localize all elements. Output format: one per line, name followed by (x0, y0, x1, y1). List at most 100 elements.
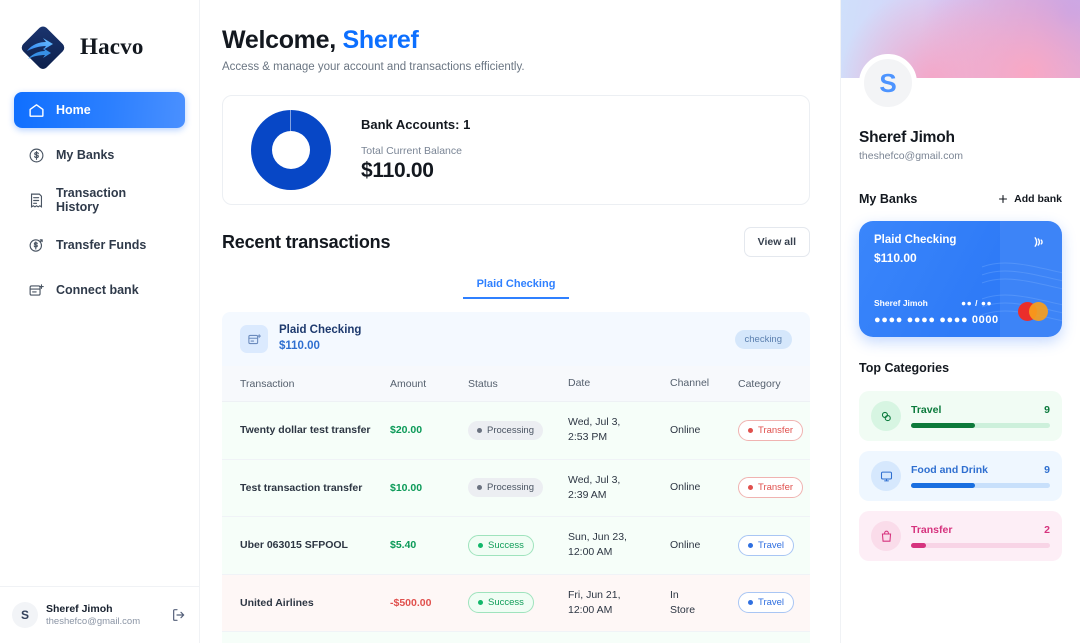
table-row[interactable]: Test transaction transfer $10.00 Processin… (222, 459, 810, 518)
top-categories-header: Top Categories (859, 361, 1062, 375)
sidebar-item-label: Transfer Funds (56, 238, 147, 252)
cell-status: Processing (468, 401, 568, 460)
cell-category: Travel (738, 516, 810, 575)
category-dot-icon (748, 600, 753, 606)
category-progress-fill (911, 423, 975, 428)
category-dot-icon (748, 427, 753, 433)
bag-icon (871, 521, 901, 551)
status-dot-icon (478, 542, 483, 548)
sidebar-item-transfer-funds[interactable]: Transfer Funds (14, 227, 185, 263)
category-body: Food and Drink 9 (911, 464, 1050, 488)
tab-plaid-checking[interactable]: Plaid Checking (462, 269, 570, 299)
card-expiry: ●● / ●● (961, 298, 993, 308)
add-bank-button[interactable]: Add bank (997, 193, 1062, 205)
hacvo-diamond-arrows-logo-icon (14, 18, 72, 76)
cell-date: Wed, Jul 3, 2:53 PM (568, 401, 670, 460)
sidebar-user-email: theshefco@gmail.com (46, 615, 141, 627)
sidebar-item-my-banks[interactable]: My Banks (14, 137, 185, 173)
cell-category: Travel (738, 574, 810, 632)
total-balance-amount: $110.00 (361, 159, 434, 182)
top-categories-title: Top Categories (859, 361, 950, 375)
cell-channel: In Store (670, 574, 738, 632)
receipt-icon (28, 192, 45, 209)
bank-card[interactable]: Plaid Checking $110.00 Sheref Jimoh ●● /… (859, 221, 1062, 337)
category-count: 2 (1044, 524, 1050, 536)
category-label: Food and Drink (911, 464, 988, 476)
category-progress-track (911, 543, 1050, 548)
sidebar-user-info: Sheref Jimoh theshefco@gmail.com (46, 603, 163, 628)
table-row[interactable]: United Airlines -$500.00 Success Fri, Jun 2… (222, 574, 810, 632)
category-badge: Transfer (738, 477, 804, 499)
category-badge: Transfer (738, 419, 804, 441)
mastercard-icon (1018, 302, 1048, 321)
category-count: 9 (1044, 404, 1050, 416)
column-header-category: Category (738, 366, 810, 403)
table-row[interactable]: Thu, Jun 20In (222, 631, 810, 643)
cell-date: Thu, Jun 20 (568, 631, 670, 643)
category-item[interactable]: Transfer 2 (859, 511, 1062, 561)
table-body: Twenty dollar test transfer $20.00 Process… (222, 401, 810, 643)
balance-info: Bank Accounts: 1 Total Current Balance $… (361, 117, 470, 183)
cell-transaction-name: United Airlines (222, 574, 390, 632)
avatar: S (12, 602, 38, 628)
total-balance-label: Total Current Balance (361, 145, 462, 157)
transactions-table: Transaction Amount Status Date Channel C… (222, 366, 810, 643)
category-body: Travel 9 (911, 404, 1050, 428)
contactless-icon (1030, 233, 1048, 256)
add-bank-label: Add bank (1014, 193, 1062, 205)
sidebar: Hacvo Home My Banks Transaction History (0, 0, 200, 643)
bank-card-icon (240, 325, 268, 353)
rings-icon (871, 401, 901, 431)
category-progress-track (911, 423, 1050, 428)
balance-donut-chart (251, 110, 331, 190)
category-dot-icon (748, 542, 753, 548)
welcome-greeting: Welcome, (222, 26, 336, 54)
table-header-row: Transaction Amount Status Date Channel C… (222, 366, 810, 403)
sidebar-item-transaction-history[interactable]: Transaction History (14, 182, 185, 218)
logout-icon[interactable] (171, 607, 187, 623)
page-title: Welcome, Sheref (222, 26, 810, 55)
table-row[interactable]: Twenty dollar test transfer $20.00 Process… (222, 401, 810, 460)
brand[interactable]: Hacvo (0, 0, 199, 78)
status-dot-icon (477, 427, 482, 433)
column-header-amount: Amount (390, 366, 468, 403)
account-summary-row[interactable]: Plaid Checking $110.00 checking (222, 312, 810, 366)
cell-date: Wed, Jul 3, 2:39 AM (568, 459, 670, 518)
page-subtitle: Access & manage your account and transac… (222, 61, 525, 73)
account-type-badge: checking (734, 329, 792, 349)
dashboard-app: Hacvo Home My Banks Transaction History (0, 0, 1080, 643)
monitor-icon (871, 461, 901, 491)
cell-category: Transfer (738, 459, 810, 518)
cell-category: Transfer (738, 401, 810, 460)
sidebar-item-connect-bank[interactable]: Connect bank (14, 272, 185, 308)
cell-transaction-name (222, 631, 390, 643)
category-item[interactable]: Food and Drink 9 (859, 451, 1062, 501)
category-top: Transfer 2 (911, 524, 1050, 536)
category-label: Travel (911, 404, 942, 416)
table-row[interactable]: Uber 063015 SFPOOL $5.40 Success Sun, Jun 2… (222, 516, 810, 575)
brand-name: Hacvo (80, 34, 144, 59)
view-all-button[interactable]: View all (743, 227, 810, 257)
category-badge: Travel (738, 534, 795, 556)
cell-transaction-name: Twenty dollar test transfer (222, 401, 390, 460)
sidebar-item-label: Home (56, 103, 91, 117)
account-tabs: Plaid Checking (222, 269, 810, 299)
account-name: Plaid Checking (279, 324, 362, 337)
cell-channel: Online (670, 516, 738, 575)
account-balance: $110.00 (279, 340, 320, 352)
cell-channel: Online (670, 459, 738, 518)
welcome-user-name: Sheref (342, 26, 419, 54)
cell-status: Success (468, 574, 568, 632)
category-dot-icon (748, 485, 753, 491)
category-item[interactable]: Travel 9 (859, 391, 1062, 441)
card-balance: $110.00 (874, 251, 917, 265)
cell-amount (390, 631, 468, 643)
cell-category (738, 631, 810, 643)
account-text: Plaid Checking $110.00 (279, 323, 361, 354)
profile-name: Sheref Jimoh (859, 129, 955, 146)
status-dot-icon (478, 600, 483, 606)
cell-amount: $10.00 (390, 459, 468, 518)
sidebar-item-label: Transaction History (56, 186, 127, 214)
sidebar-item-home[interactable]: Home (14, 92, 185, 128)
plus-icon (997, 193, 1009, 205)
